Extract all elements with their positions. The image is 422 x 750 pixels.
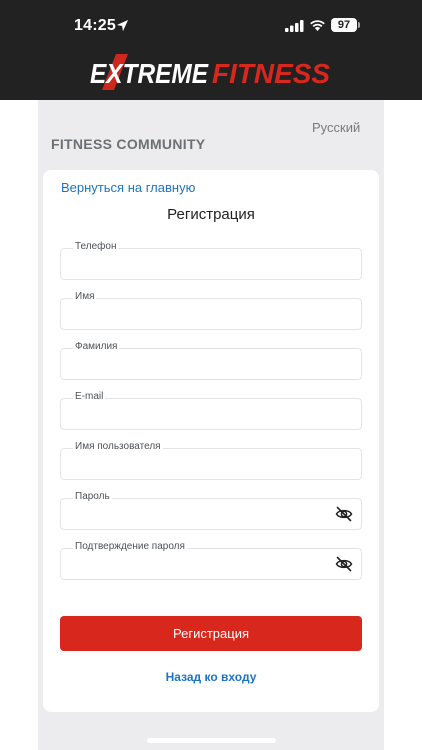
eye-slash-icon[interactable] [335,556,353,572]
community-title: FITNESS COMMUNITY [51,136,206,152]
home-indicator [147,738,276,743]
last-name-field[interactable]: Фамилия [60,341,362,380]
form-title: Регистрация [167,206,255,223]
language-selector[interactable]: Русский [312,120,360,135]
registration-card: Вернуться на главную Регистрация Телефон… [43,170,379,712]
phone-field[interactable]: Телефон [60,241,362,280]
status-time: 14:25 [74,17,116,34]
status-bar: 14:25 97 [0,0,422,50]
wifi-icon [310,20,325,31]
first-name-input[interactable] [61,299,361,329]
email-input[interactable] [61,399,361,429]
extreme-fitness-logo: EXTREME FITNESS [90,54,330,90]
username-input[interactable] [61,449,361,479]
email-field[interactable]: E-mail [60,391,362,430]
register-button[interactable]: Регистрация [60,616,362,651]
battery-indicator: 97 [331,18,357,32]
back-to-home-link[interactable]: Вернуться на главную [61,180,195,195]
app-header: 14:25 97 EXTREME FITNESS [0,0,422,100]
logo-text-extreme: EXTREME [90,58,209,89]
username-field[interactable]: Имя пользователя [60,441,362,480]
password-field[interactable]: Пароль [60,491,362,530]
eye-slash-icon[interactable] [335,506,353,522]
logo-text-fitness: FITNESS [212,58,330,89]
first-name-field[interactable]: Имя [60,291,362,330]
back-to-login-link[interactable]: Назад ко входу [43,670,379,684]
page-content: Русский FITNESS COMMUNITY Вернуться на г… [0,100,422,750]
confirm-password-field[interactable]: Подтверждение пароля [60,541,362,580]
phone-input[interactable] [61,249,361,279]
password-input[interactable] [61,499,361,529]
battery-tip [358,22,360,28]
cellular-signal-icon [285,20,304,32]
last-name-input[interactable] [61,349,361,379]
confirm-password-input[interactable] [61,549,361,579]
location-arrow-icon [116,19,129,32]
